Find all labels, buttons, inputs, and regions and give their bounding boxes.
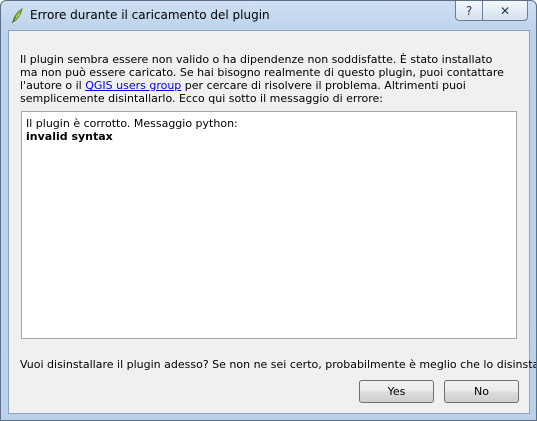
title-bar[interactable]: Errore durante il caricamento del plugin…: [1, 1, 536, 31]
close-button[interactable]: ✕: [482, 1, 528, 21]
qgis-icon: [10, 8, 24, 24]
window-title: Errore durante il caricamento del plugin: [30, 8, 270, 22]
uninstall-question: Vuoi disinstallare il plugin adesso? Se …: [20, 358, 537, 371]
close-icon: ✕: [499, 3, 511, 18]
dialog-body: Il plugin sembra essere non valido o ha …: [8, 30, 536, 414]
error-line-1: Il plugin è corrotto. Messaggio python:: [26, 117, 238, 130]
dialog-window: Errore durante il caricamento del plugin…: [0, 0, 537, 421]
yes-button[interactable]: Yes: [359, 380, 434, 403]
help-icon: ?: [465, 3, 473, 18]
message-text: Il plugin sembra essere non valido o ha …: [20, 53, 510, 105]
no-button[interactable]: No: [444, 380, 519, 403]
qgis-users-group-link[interactable]: QGIS users group: [85, 79, 181, 92]
error-line-2: invalid syntax: [26, 130, 113, 143]
help-button[interactable]: ?: [455, 1, 483, 21]
error-message-box[interactable]: Il plugin è corrotto. Messaggio python: …: [21, 111, 517, 339]
